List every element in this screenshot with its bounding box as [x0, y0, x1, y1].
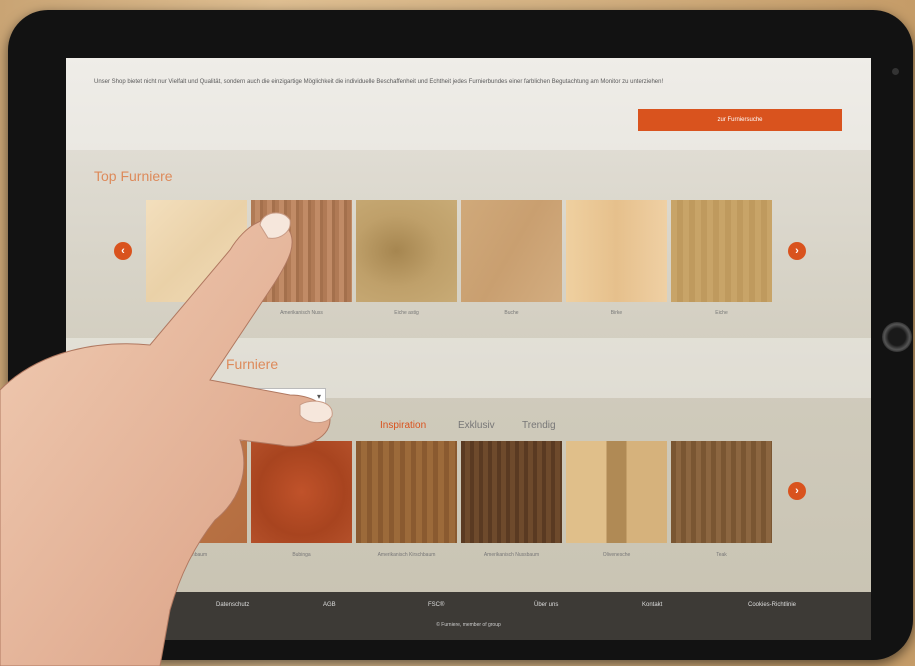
copyright-text: © Furniere, member of group [436, 622, 501, 628]
camera-dot [892, 68, 899, 75]
veneer-caption: Birke [610, 310, 623, 316]
veneer-caption: Bubinga [292, 552, 311, 558]
veneer-tile[interactable] [251, 200, 352, 302]
veneer-tile[interactable] [146, 200, 247, 302]
veneer-tile[interactable] [566, 200, 667, 302]
veneer-caption: Amerikanisch Kirschbaum [377, 552, 436, 558]
veneer-search-button[interactable]: zur Furniersuche [638, 109, 842, 131]
footer-link-cookies[interactable]: Cookies-Richtlinie [748, 602, 796, 608]
footer: Datenschutz AGB FSC® Über uns Kontakt Co… [66, 592, 871, 640]
veneer-tile[interactable] [671, 441, 772, 543]
veneer-caption: Olivenesche [602, 552, 631, 558]
second-section-title: Furniere [226, 356, 279, 372]
veneer-caption: Amerikanisch Nuss [280, 310, 323, 316]
veneer-caption: Ahorn [189, 310, 204, 316]
veneer-tile[interactable] [356, 200, 457, 302]
veneer-caption: Eiche [715, 310, 728, 316]
footer-link-about[interactable]: Über uns [534, 602, 558, 608]
veneer-tile[interactable] [566, 441, 667, 543]
top-section-title: Top Furniere [94, 168, 173, 184]
top-prev-arrow-icon[interactable]: ‹ [114, 242, 132, 260]
home-button[interactable] [882, 322, 912, 352]
footer-link-fsc[interactable]: FSC® [428, 602, 444, 608]
intro-band [66, 58, 871, 150]
veneer-tile[interactable] [461, 200, 562, 302]
veneer-caption: Eiche astig [394, 310, 419, 316]
footer-link-datenschutz[interactable]: Datenschutz [216, 602, 249, 608]
veneer-tile[interactable] [461, 441, 562, 543]
veneer-caption: Teak [716, 552, 727, 558]
veneer-tile[interactable] [251, 441, 352, 543]
veneer-tile[interactable] [356, 441, 457, 543]
second-next-arrow-icon[interactable]: › [788, 482, 806, 500]
chevron-down-icon: ▾ [316, 392, 321, 401]
footer-link-agb[interactable]: AGB [323, 602, 336, 608]
veneer-caption: Birnbaum [185, 552, 208, 558]
tablet-frame: Unser Shop bietet nicht nur Vielfalt und… [8, 10, 913, 660]
veneer-tile[interactable] [146, 441, 247, 543]
second-band [66, 338, 871, 398]
tablet-screen: Unser Shop bietet nicht nur Vielfalt und… [66, 58, 871, 640]
tab-exklusiv[interactable]: Exklusiv [458, 420, 495, 431]
tab-trendig[interactable]: Trendig [522, 420, 556, 431]
veneer-tile[interactable] [671, 200, 772, 302]
veneer-caption: Amerikanisch Nussbaum [483, 552, 540, 558]
intro-text: Unser Shop bietet nicht nur Vielfalt und… [94, 79, 664, 85]
footer-link-contact[interactable]: Kontakt [642, 602, 662, 608]
category-select[interactable]: ▾ [236, 388, 326, 408]
tab-inspiration[interactable]: Inspiration [380, 420, 426, 431]
top-next-arrow-icon[interactable]: › [788, 242, 806, 260]
veneer-caption: Buche [504, 310, 519, 316]
